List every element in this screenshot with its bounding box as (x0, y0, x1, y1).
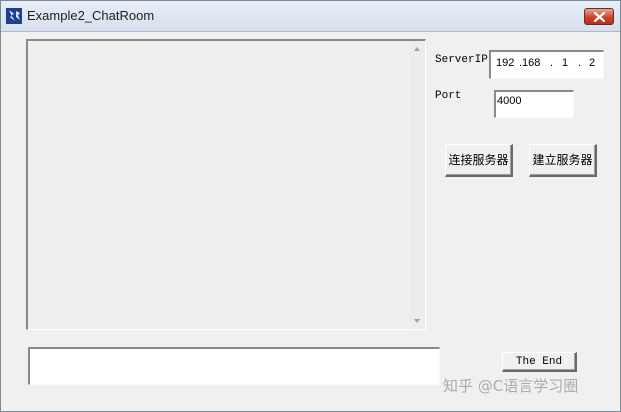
watermark: 知乎 @C语言学习圈 (443, 377, 579, 395)
ip-octet-3: 1 (562, 57, 569, 69)
title-bar[interactable]: Example2_ChatRoom (1, 1, 620, 32)
scroll-up-arrow-icon[interactable] (414, 47, 420, 51)
close-icon (594, 12, 605, 22)
connect-server-button[interactable]: 连接服务器 (445, 144, 513, 177)
message-input[interactable] (28, 347, 440, 385)
window-title: Example2_ChatRoom (27, 8, 155, 23)
ip-octet-2: .168 (519, 57, 541, 69)
scroll-down-arrow-icon[interactable] (414, 319, 420, 323)
ip-dot: . (550, 57, 554, 69)
port-field[interactable]: 4000 (494, 90, 574, 118)
client-area: ServerIP 192 .168 . 1 . 2 Port 4000 连接服务… (2, 32, 619, 409)
create-server-button[interactable]: 建立服务器 (529, 144, 597, 177)
server-ip-field[interactable]: 192 .168 . 1 . 2 (489, 50, 604, 79)
ip-octet-1: 192 (496, 57, 515, 69)
chat-log[interactable] (26, 39, 426, 330)
app-icon (6, 8, 22, 24)
chat-scrollbar[interactable] (410, 41, 425, 329)
port-label: Port (435, 90, 462, 102)
app-window: Example2_ChatRoom ServerIP 192 .168 . 1 … (0, 0, 621, 412)
ip-dot: . (578, 57, 582, 69)
ip-octet-4: 2 (589, 57, 596, 69)
close-button[interactable] (584, 8, 614, 25)
the-end-button[interactable]: The End (502, 352, 577, 372)
server-ip-label: ServerIP (435, 54, 488, 66)
